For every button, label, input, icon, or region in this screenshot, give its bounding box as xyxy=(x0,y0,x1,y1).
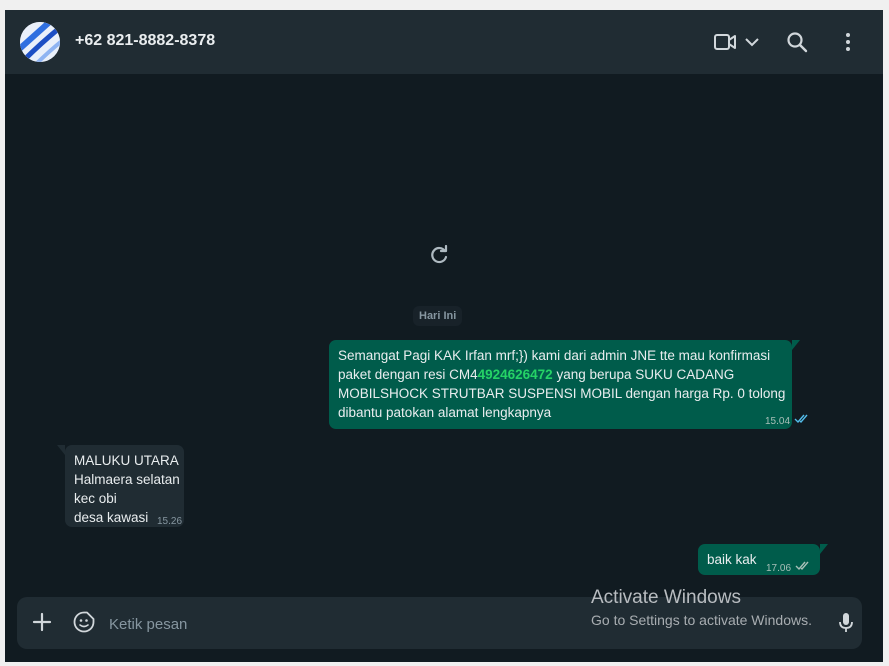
message-bubble-incoming[interactable]: MALUKU UTARA Halmaera selatan kec obi de… xyxy=(57,445,184,527)
message-text: Semangat Pagi KAK Irfan mrf;}) kami dari… xyxy=(338,348,786,420)
message-bubble-outgoing[interactable]: baik kak 17.06 xyxy=(698,544,828,575)
whatsapp-window: +62 821-8882-8378 Hari Ini Semangat Pagi… xyxy=(5,10,883,662)
chat-header: +62 821-8882-8378 xyxy=(5,10,883,74)
watermark-title: Activate Windows xyxy=(591,587,741,608)
date-divider: Hari Ini xyxy=(413,306,463,326)
tracking-number-link[interactable]: 4924626472 xyxy=(478,367,553,382)
search-icon xyxy=(787,32,808,53)
activate-windows-watermark: Activate Windows Go to Settings to activ… xyxy=(591,586,812,630)
message-time: 17.06 xyxy=(766,563,792,574)
watermark-subtitle: Go to Settings to activate Windows. xyxy=(591,612,812,628)
search-button[interactable] xyxy=(783,28,811,56)
message-text: baik kak xyxy=(707,552,757,567)
avatar[interactable] xyxy=(20,22,60,62)
message-input[interactable] xyxy=(107,611,591,637)
message-time: 15.26 xyxy=(157,516,183,527)
menu-button[interactable] xyxy=(834,28,862,56)
refresh-icon xyxy=(431,245,448,264)
chevron-down-icon xyxy=(745,38,759,47)
microphone-icon[interactable] xyxy=(837,611,855,635)
read-receipt-icon xyxy=(794,414,808,424)
video-call-icon xyxy=(714,34,736,50)
bubble-tail xyxy=(820,544,828,554)
menu-icon xyxy=(846,33,850,51)
video-call-button[interactable] xyxy=(713,30,763,54)
bubble-tail xyxy=(57,445,65,455)
bubble-tail xyxy=(792,340,800,350)
attach-icon[interactable] xyxy=(32,611,52,633)
message-time: 15.04 xyxy=(765,416,791,427)
message-list[interactable]: Hari Ini Semangat Pagi KAK Irfan mrf;}) … xyxy=(5,74,883,662)
sticker-icon[interactable] xyxy=(72,610,96,634)
delivered-icon xyxy=(795,561,809,571)
message-bubble-outgoing[interactable]: Semangat Pagi KAK Irfan mrf;}) kami dari… xyxy=(329,340,808,429)
contact-name[interactable]: +62 821-8882-8378 xyxy=(75,32,215,50)
